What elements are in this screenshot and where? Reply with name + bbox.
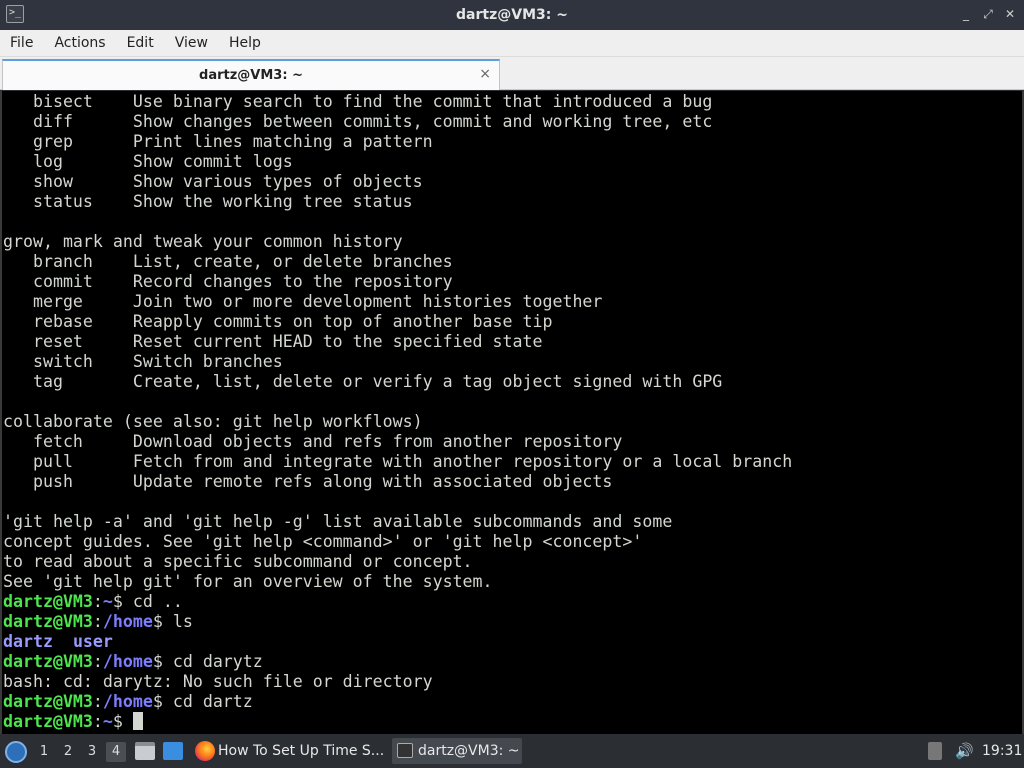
prompt-separator: : — [92, 612, 103, 631]
terminal-line: commit Record changes to the repository — [3, 272, 453, 291]
menu-bar: File Actions Edit View Help — [0, 30, 1024, 57]
terminal-line: diff Show changes between commits, commi… — [3, 112, 713, 131]
terminal-line: status Show the working tree status — [3, 192, 413, 211]
window-controls: _ ⤢ ✕ — [960, 7, 1016, 21]
terminal-line: bash: cd: darytz: No such file or direct… — [3, 672, 433, 691]
tab-close-icon[interactable]: × — [479, 66, 491, 82]
terminal-line: grow, mark and tweak your common history — [3, 232, 403, 251]
workspace-2[interactable]: 2 — [58, 742, 78, 762]
terminal-line: dartz@VM3:/home$ ls — [3, 612, 792, 632]
terminal-line: See 'git help git' for an overview of th… — [3, 572, 493, 591]
terminal-line: tag Create, list, delete or verify a tag… — [3, 372, 723, 391]
terminal-line: log Show commit logs — [3, 152, 293, 171]
terminal-line: dartz user — [3, 632, 792, 652]
prompt-command: $ ls — [152, 612, 193, 631]
clock[interactable]: 19:31 — [982, 743, 1022, 759]
prompt-command: $ — [112, 712, 133, 731]
maximize-button[interactable]: ⤢ — [982, 7, 994, 21]
prompt-separator: : — [92, 712, 103, 731]
prompt-path: /home — [102, 652, 153, 671]
tab-label: dartz@VM3: ~ — [199, 68, 303, 83]
prompt-path: ~ — [102, 712, 113, 731]
prompt-command: $ cd darytz — [152, 652, 263, 671]
terminal-line: branch List, create, or delete branches — [3, 252, 453, 271]
taskbar-task-terminal[interactable]: dartz@VM3: ~ — [392, 738, 522, 764]
minimize-button[interactable]: _ — [960, 7, 972, 21]
task-label: dartz@VM3: ~ — [418, 743, 520, 759]
terminal-line: concept guides. See 'git help <command>'… — [3, 532, 643, 551]
tab-bar: dartz@VM3: ~ × — [0, 57, 1024, 90]
terminal-line: to read about a specific subcommand or c… — [3, 552, 473, 571]
prompt-command: $ cd .. — [112, 592, 183, 611]
clipboard-icon[interactable] — [928, 742, 942, 760]
taskbar: 1 2 3 4 How To Set Up Time S... dartz@VM… — [0, 734, 1024, 768]
directory-entry: user — [72, 632, 113, 651]
terminal-line: fetch Download objects and refs from ano… — [3, 432, 623, 451]
prompt-path: /home — [102, 692, 153, 711]
task-label: How To Set Up Time S... — [218, 743, 385, 759]
menu-edit[interactable]: Edit — [127, 35, 154, 51]
menu-file[interactable]: File — [10, 35, 33, 51]
prompt-path: /home — [102, 612, 153, 631]
terminal-line: push Update remote refs along with assoc… — [3, 472, 613, 491]
terminal-text: bisect Use binary search to find the com… — [3, 92, 792, 732]
workspace-4[interactable]: 4 — [106, 742, 126, 762]
prompt-user: dartz@VM3 — [3, 712, 93, 731]
terminal-line: merge Join two or more development histo… — [3, 292, 603, 311]
terminal-line: dartz@VM3:/home$ cd dartz — [3, 692, 792, 712]
close-button[interactable]: ✕ — [1004, 7, 1016, 21]
workspace-1[interactable]: 1 — [34, 742, 54, 762]
terminal-output[interactable]: bisect Use binary search to find the com… — [0, 91, 1024, 734]
firefox-icon[interactable] — [195, 741, 215, 761]
prompt-user: dartz@VM3 — [3, 652, 93, 671]
prompt-path: ~ — [102, 592, 113, 611]
terminal-line: reset Reset current HEAD to the specifie… — [3, 332, 543, 351]
terminal-line: dartz@VM3:~$ — [3, 712, 792, 732]
terminal-line: pull Fetch from and integrate with anoth… — [3, 452, 793, 471]
terminal-line: grep Print lines matching a pattern — [3, 132, 433, 151]
window-titlebar[interactable]: >_ dartz@VM3: ~ _ ⤢ ✕ — [0, 0, 1024, 30]
directory-entry: dartz — [3, 632, 53, 651]
prompt-user: dartz@VM3 — [3, 612, 93, 631]
show-desktop-icon[interactable] — [163, 742, 183, 760]
terminal-line: rebase Reapply commits on top of another… — [3, 312, 553, 331]
prompt-command: $ cd dartz — [152, 692, 253, 711]
file-manager-icon[interactable] — [135, 742, 155, 760]
terminal-line: dartz@VM3:~$ cd .. — [3, 592, 792, 612]
window-title: dartz@VM3: ~ — [456, 7, 568, 23]
start-menu-icon[interactable] — [5, 741, 27, 763]
terminal-line: bisect Use binary search to find the com… — [3, 92, 713, 111]
prompt-user: dartz@VM3 — [3, 692, 93, 711]
prompt-separator: : — [92, 592, 103, 611]
terminal-line: 'git help -a' and 'git help -g' list ava… — [3, 512, 673, 531]
terminal-app-icon[interactable]: >_ — [6, 5, 24, 23]
prompt-separator: : — [92, 652, 103, 671]
volume-icon[interactable]: 🔊 — [955, 742, 974, 760]
terminal-cursor — [132, 712, 143, 730]
menu-view[interactable]: View — [175, 35, 208, 51]
terminal-line: collaborate (see also: git help workflow… — [3, 412, 423, 431]
prompt-separator: : — [92, 692, 103, 711]
workspace-3[interactable]: 3 — [82, 742, 102, 762]
terminal-line: switch Switch branches — [3, 352, 283, 371]
menu-actions[interactable]: Actions — [54, 35, 105, 51]
prompt-user: dartz@VM3 — [3, 592, 93, 611]
tab-terminal[interactable]: dartz@VM3: ~ × — [2, 59, 500, 90]
terminal-line: dartz@VM3:/home$ cd darytz — [3, 652, 792, 672]
taskbar-task-firefox[interactable]: How To Set Up Time S... — [218, 738, 388, 764]
menu-help[interactable]: Help — [229, 35, 261, 51]
terminal-line: show Show various types of objects — [3, 172, 423, 191]
terminal-icon — [397, 743, 413, 758]
